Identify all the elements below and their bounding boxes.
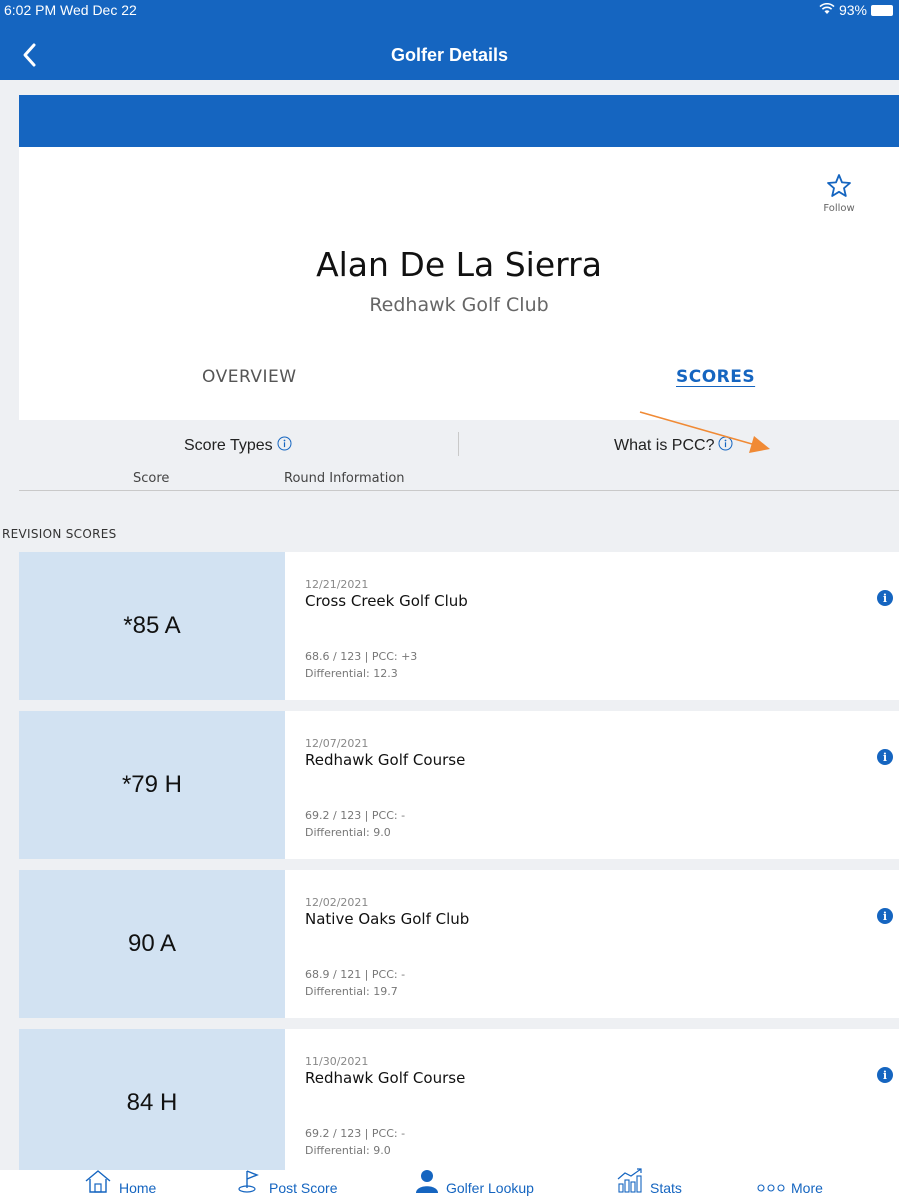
- app-header: 6:02 PM Wed Dec 22 93% Golfer Details: [0, 0, 899, 80]
- golfer-profile-card: Follow Alan De La Sierra Redhawk Golf Cl…: [19, 147, 899, 420]
- column-header-round-info: Round Information: [284, 471, 405, 486]
- nav-golfer-lookup[interactable]: Golfer Lookup: [414, 1170, 534, 1199]
- score-rating: 68.9 / 121 | PCC: -: [305, 968, 406, 981]
- score-row[interactable]: *85 A 12/21/2021 Cross Creek Golf Club 6…: [19, 552, 899, 700]
- score-row[interactable]: 90 A 12/02/2021 Native Oaks Golf Club 68…: [19, 870, 899, 1018]
- info-icon[interactable]: i: [877, 590, 893, 606]
- nav-more-label: More: [791, 1180, 823, 1196]
- home-icon: [83, 1169, 113, 1196]
- golfer-club: Redhawk Golf Club: [369, 294, 549, 316]
- golfer-details-content: Follow Alan De La Sierra Redhawk Golf Cl…: [0, 80, 899, 1170]
- score-rating: 68.6 / 123 | PCC: +3: [305, 650, 418, 663]
- info-icon[interactable]: i: [877, 1067, 893, 1083]
- what-is-pcc-button[interactable]: What is PCC?: [614, 436, 733, 456]
- score-value: *85 A: [19, 552, 285, 700]
- info-outline-icon: [277, 436, 292, 456]
- battery-icon: [871, 4, 893, 16]
- score-differential: Differential: 19.7: [305, 985, 398, 998]
- score-date: 12/02/2021: [305, 896, 369, 909]
- battery-percent: 93%: [838, 2, 867, 18]
- score-types-label: Score Types: [184, 437, 273, 454]
- score-date: 12/07/2021: [305, 737, 369, 750]
- score-differential: Differential: 9.0: [305, 1144, 391, 1157]
- score-date: 11/30/2021: [305, 1055, 369, 1068]
- tab-scores[interactable]: SCORES: [676, 367, 755, 387]
- more-dots-icon: [757, 1180, 785, 1196]
- nav-home-label: Home: [119, 1180, 157, 1196]
- score-course: Native Oaks Golf Club: [305, 910, 470, 928]
- score-differential: Differential: 12.3: [305, 667, 398, 680]
- wifi-icon: [819, 2, 835, 18]
- page-title: Golfer Details: [390, 45, 509, 65]
- header-divider: [19, 490, 899, 491]
- person-icon: [414, 1169, 440, 1196]
- column-header-score: Score: [133, 471, 170, 486]
- score-value: 84 H: [19, 1029, 285, 1170]
- score-course: Redhawk Golf Course: [305, 1069, 466, 1087]
- score-date: 12/21/2021: [305, 578, 369, 591]
- bottom-nav: Home Post Score Golfer Lookup Stats More: [0, 1167, 899, 1199]
- score-types-button[interactable]: Score Types: [184, 436, 292, 456]
- score-course: Cross Creek Golf Club: [305, 592, 468, 610]
- nav-stats[interactable]: Stats: [616, 1167, 682, 1199]
- tab-overview[interactable]: OVERVIEW: [202, 367, 297, 387]
- info-icon[interactable]: i: [877, 749, 893, 765]
- nav-post-score-label: Post Score: [269, 1180, 338, 1196]
- golfer-name: Alan De La Sierra: [316, 245, 602, 284]
- star-icon: [826, 174, 852, 202]
- score-row[interactable]: 84 H 11/30/2021 Redhawk Golf Course 69.2…: [19, 1029, 899, 1170]
- follow-label: Follow: [823, 203, 855, 214]
- nav-more[interactable]: More: [757, 1170, 823, 1199]
- score-value: *79 H: [19, 711, 285, 859]
- nav-home[interactable]: Home: [83, 1170, 156, 1199]
- info-outline-icon: [718, 436, 733, 456]
- nav-stats-label: Stats: [650, 1180, 682, 1196]
- score-rating: 69.2 / 123 | PCC: -: [305, 809, 406, 822]
- status-indicators: 93%: [819, 2, 893, 18]
- score-row[interactable]: *79 H 12/07/2021 Redhawk Golf Course 69.…: [19, 711, 899, 859]
- score-differential: Differential: 9.0: [305, 826, 391, 839]
- score-value: 90 A: [19, 870, 285, 1018]
- what-is-pcc-label: What is PCC?: [614, 437, 715, 454]
- toolbar-divider: [458, 432, 459, 456]
- status-time: 6:02 PM Wed Dec 22: [4, 2, 137, 18]
- stats-chart-icon: [616, 1167, 644, 1196]
- score-course: Redhawk Golf Course: [305, 751, 466, 769]
- section-label-revision-scores: REVISION SCORES: [2, 527, 117, 541]
- score-rating: 69.2 / 123 | PCC: -: [305, 1127, 406, 1140]
- profile-banner: [19, 95, 899, 147]
- info-icon[interactable]: i: [877, 908, 893, 924]
- follow-button[interactable]: Follow: [819, 173, 859, 214]
- golf-flag-icon: [235, 1169, 263, 1196]
- nav-post-score[interactable]: Post Score: [235, 1170, 337, 1199]
- nav-golfer-lookup-label: Golfer Lookup: [446, 1180, 534, 1196]
